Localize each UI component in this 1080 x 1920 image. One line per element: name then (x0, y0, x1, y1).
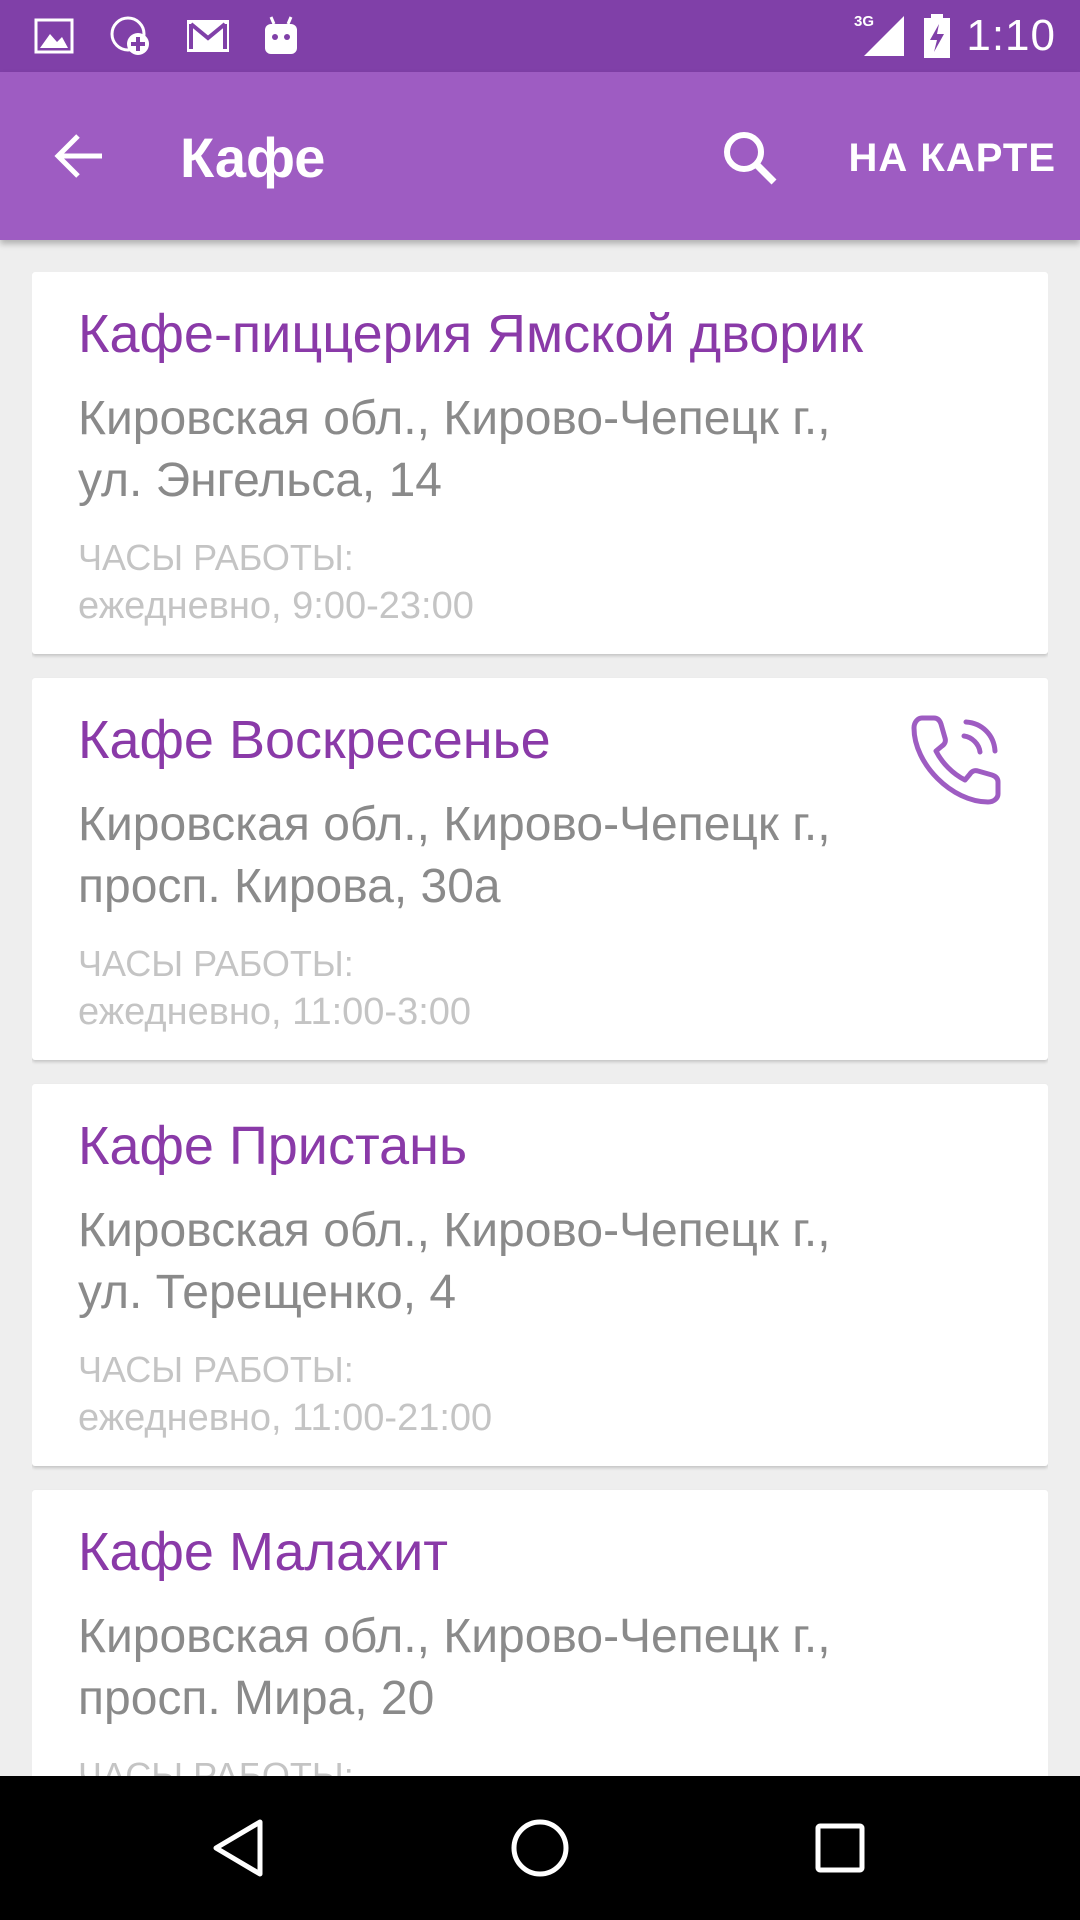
hours-label: ЧАСЫ РАБОТЫ: (78, 537, 354, 578)
app-bar: Кафе НА КАРТЕ (0, 72, 1080, 240)
opening-hours: ежедневно, 9:00-23:00 (78, 585, 474, 627)
address-line: Кировская обл., Кирово-Чепецк г., (78, 798, 831, 851)
notification-icons (34, 12, 300, 60)
cafe-address: Кировская обл., Кирово-Чепецк г., ул. Эн… (78, 388, 1048, 512)
address-line: Кировская обл., Кирово-Чепецк г., (78, 1204, 831, 1257)
arrow-back-icon[interactable] (50, 126, 110, 186)
home-circle-icon[interactable] (504, 1812, 576, 1884)
recents-square-icon[interactable] (804, 1812, 876, 1884)
address-line: ул. Энгельса, 14 (78, 454, 442, 507)
search-icon[interactable] (718, 126, 782, 190)
page-title: Кафе (180, 126, 326, 189)
android-icon (265, 16, 297, 54)
battery-charging-icon (924, 14, 951, 58)
address-line: Кировская обл., Кирово-Чепецк г., (78, 1610, 831, 1663)
cafe-name: Кафе Пристань (78, 1116, 468, 1176)
cafe-card[interactable]: Кафе Воскресенье Кировская обл., Кирово-… (32, 678, 1048, 1060)
cafe-address: Кировская обл., Кирово-Чепецк г., просп.… (78, 1606, 1048, 1730)
image-icon (34, 18, 74, 54)
back-triangle-icon[interactable] (204, 1812, 276, 1884)
whatsapp-icon (110, 16, 149, 55)
address-line: ул. Терещенко, 4 (78, 1266, 457, 1319)
signal-icon: 3G (854, 13, 905, 56)
opening-hours: ежедневно, 11:00-21:00 (78, 1397, 493, 1439)
network-type: 3G (854, 13, 874, 30)
cafe-name: Кафе Малахит (78, 1522, 449, 1582)
address-line: просп. Мира, 20 (78, 1672, 435, 1725)
hours-label: ЧАСЫ РАБОТЫ: (78, 1349, 354, 1390)
cafe-name: Кафе-пиццерия Ямской дворик (78, 304, 864, 364)
opening-hours: ежедневно, 11:00-3:00 (78, 991, 472, 1033)
show-on-map-button[interactable]: НА КАРТЕ (849, 136, 1056, 180)
phone-call-icon[interactable] (908, 708, 1008, 808)
cafe-list: Кафе-пиццерия Ямской дворик Кировская об… (32, 272, 1048, 1776)
clock: 1:10 (966, 11, 1056, 60)
cafe-address: Кировская обл., Кирово-Чепецк г., ул. Те… (78, 1200, 1048, 1324)
cafe-name: Кафе Воскресенье (78, 710, 551, 770)
cafe-card[interactable]: Кафе-пиццерия Ямской дворик Кировская об… (32, 272, 1048, 654)
status-bar: 3G 1:10 (0, 0, 1080, 72)
cafe-address: Кировская обл., Кирово-Чепецк г., просп.… (78, 794, 1048, 918)
hours-label: ЧАСЫ РАБОТЫ: (78, 1755, 354, 1776)
address-line: просп. Кирова, 30а (78, 860, 501, 913)
cafe-card[interactable]: Кафе Пристань Кировская обл., Кирово-Чеп… (32, 1084, 1048, 1466)
navigation-bar (0, 1776, 1080, 1920)
cafe-card[interactable]: Кафе Малахит Кировская обл., Кирово-Чепе… (32, 1490, 1048, 1776)
system-status: 3G 1:10 (852, 0, 1056, 72)
gmail-icon (187, 20, 229, 52)
hours-label: ЧАСЫ РАБОТЫ: (78, 943, 354, 984)
address-line: Кировская обл., Кирово-Чепецк г., (78, 392, 831, 445)
